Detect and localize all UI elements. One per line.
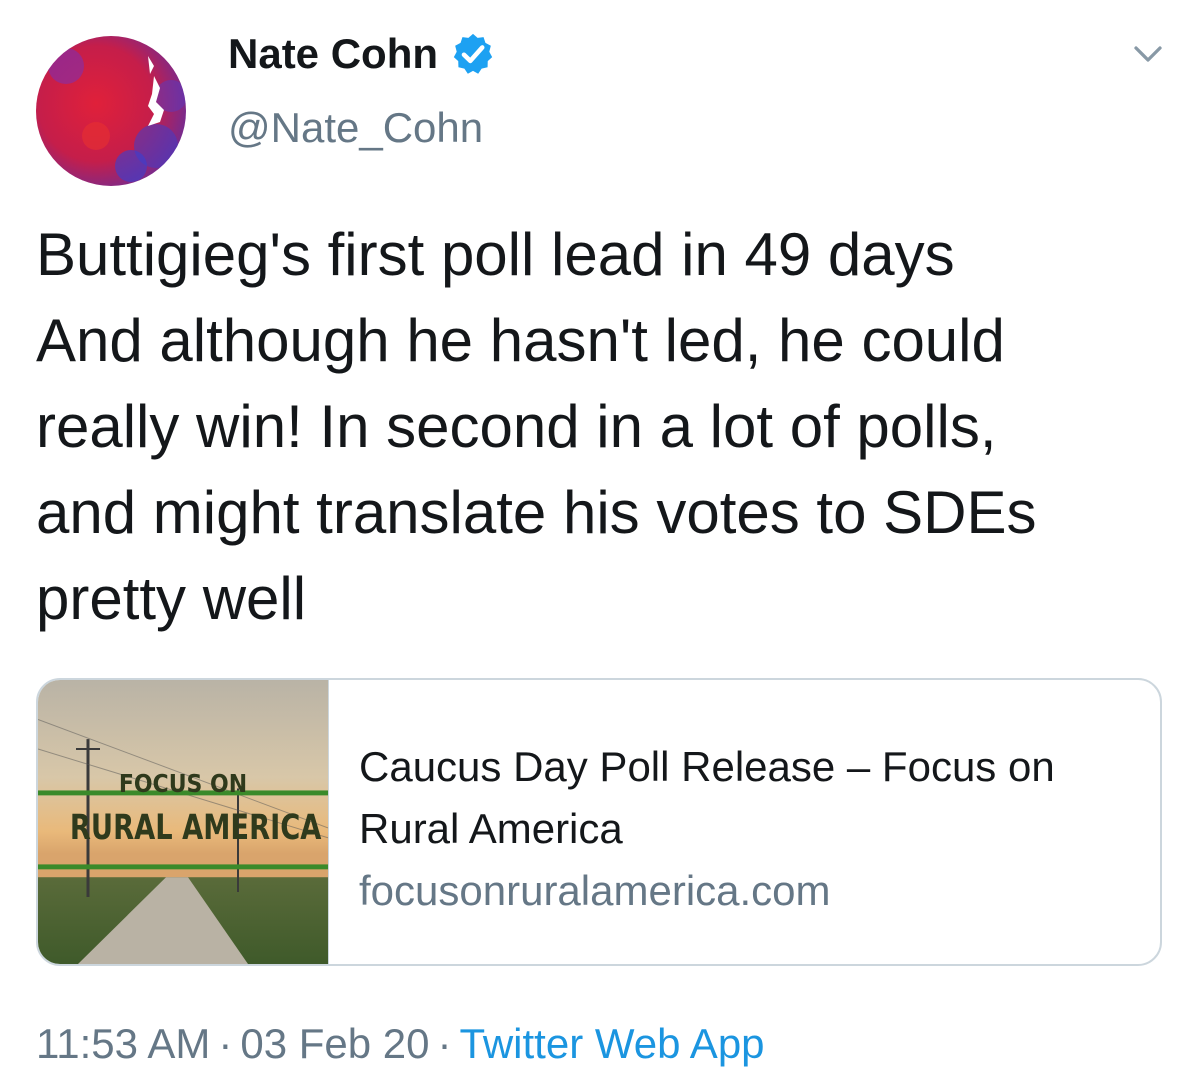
card-image[interactable]: FOCUS ON RURAL AMERICA <box>38 680 329 964</box>
verified-badge-icon <box>453 33 493 74</box>
tweet-date[interactable]: 03 Feb 20 <box>240 1020 429 1067</box>
card-body[interactable]: Caucus Day Poll Release – Focus on Rural… <box>329 680 1055 964</box>
card-title-line: Rural America <box>359 805 623 852</box>
tweet-line: pretty well <box>36 565 307 632</box>
author-name-row[interactable]: Nate Cohn <box>228 30 496 78</box>
tweet-time[interactable]: 11:53 AM <box>36 1020 210 1067</box>
tweet-line: And although he hasn't led, he could <box>36 307 1005 374</box>
tweet-meta: 11:53 AM · 03 Feb 20 · Twitter Web App <box>36 1018 765 1070</box>
meta-separator: · <box>218 1020 233 1067</box>
tweet-line: Buttigieg's first poll lead in 49 days <box>36 221 955 288</box>
card-domain[interactable]: focusonruralamerica.com <box>359 860 1055 922</box>
tweet-text: Buttigieg's first poll lead in 49 days A… <box>36 212 1176 642</box>
card-title[interactable]: Caucus Day Poll Release – Focus on Rural… <box>359 736 1055 860</box>
tweet-line: really win! In second in a lot of polls, <box>36 393 997 460</box>
card-image-top-text: FOCUS ON <box>118 770 248 799</box>
author-handle[interactable]: @Nate_Cohn <box>228 104 483 152</box>
meta-separator: · <box>437 1020 452 1067</box>
chevron-down-icon[interactable] <box>1130 36 1166 72</box>
link-card[interactable]: FOCUS ON RURAL AMERICA Caucus Day Poll R… <box>36 678 1162 966</box>
tweet-line: and might translate his votes to SDEs <box>36 479 1037 546</box>
map-avatar-icon <box>36 36 186 186</box>
tweet-source-link[interactable]: Twitter Web App <box>460 1020 765 1067</box>
card-title-line: Caucus Day Poll Release – Focus on <box>359 743 1055 790</box>
card-image-bottom-text: RURAL AMERICA <box>69 808 322 848</box>
avatar[interactable] <box>36 36 186 186</box>
author-name[interactable]: Nate Cohn <box>228 30 438 78</box>
